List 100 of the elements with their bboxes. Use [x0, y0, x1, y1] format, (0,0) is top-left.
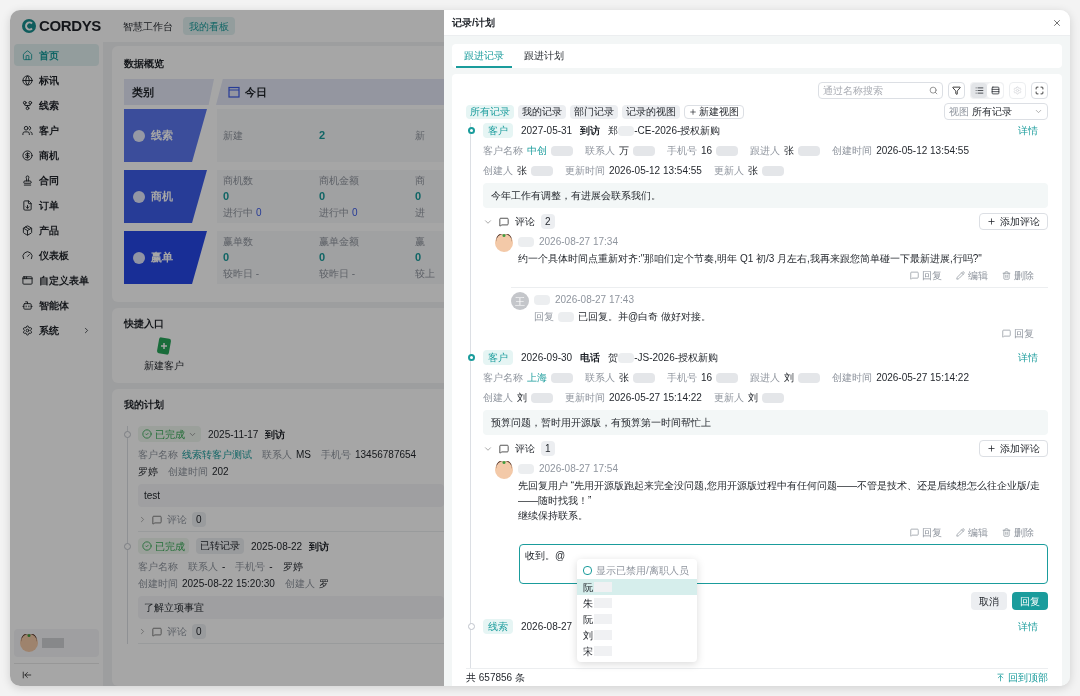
- add-comment-button[interactable]: 添加评论: [979, 440, 1048, 457]
- close-icon[interactable]: [1052, 17, 1062, 28]
- drawer-tab[interactable]: 跟进计划: [516, 44, 572, 68]
- sidebar-item[interactable]: 仪表板: [14, 244, 99, 266]
- checkbox[interactable]: [583, 566, 592, 575]
- search-field[interactable]: 通过名称搜索: [818, 82, 943, 99]
- add-comment-button[interactable]: 添加评论: [979, 213, 1048, 230]
- field-link[interactable]: 上海: [527, 370, 547, 385]
- metric-subtext: 进行中: [223, 205, 253, 220]
- mention-option[interactable]: 宋: [577, 643, 697, 659]
- expand-icon[interactable]: [138, 627, 147, 636]
- field-value: -: [222, 560, 226, 574]
- document-icon: [22, 199, 33, 211]
- sidebar-item[interactable]: 标讯: [14, 69, 99, 91]
- detail-link[interactable]: 详情: [1018, 619, 1038, 634]
- field-value: -: [269, 560, 273, 574]
- field-value: 2025-08-22 15:20:30: [182, 577, 275, 591]
- comment-count: 0: [192, 624, 206, 639]
- collapse-icon[interactable]: [22, 670, 32, 680]
- back-to-top-link[interactable]: 回到顶部: [996, 670, 1048, 685]
- quick-entry-item[interactable]: 新建客户: [134, 337, 194, 373]
- field-label: 手机号: [667, 371, 697, 385]
- sidebar-item[interactable]: 客户: [14, 119, 99, 141]
- field-value: 2026-05-12 13:54:55: [609, 164, 702, 178]
- check-circle-icon: [142, 541, 152, 551]
- view-chip[interactable]: 我的记录: [518, 104, 566, 119]
- record-type: 到访: [580, 124, 601, 138]
- search-icon: [929, 86, 938, 95]
- field-value: 2026-05-12 13:54:55: [876, 144, 969, 158]
- field-value: 张: [619, 371, 629, 385]
- record-date: 2027-05-31: [521, 124, 573, 138]
- view-mode-button[interactable]: [987, 83, 1003, 98]
- logo-icon: [22, 19, 36, 33]
- field-value: 万: [619, 144, 629, 158]
- comment-icon: [152, 514, 162, 525]
- sidebar-item[interactable]: 线索: [14, 94, 99, 116]
- field-label: 手机号: [321, 448, 351, 462]
- pencil-icon: [956, 271, 965, 280]
- record-content: 预算问题，暂时用开源版，有预算第一时间帮忙上: [483, 410, 1048, 435]
- field-label: 联系人: [585, 371, 615, 385]
- detail-link[interactable]: 详情: [1018, 123, 1038, 138]
- field-label: 客户名称: [138, 448, 178, 462]
- record-title: 贺: [608, 351, 619, 365]
- sidebar-item[interactable]: 商机: [14, 144, 99, 166]
- plan-content: 了解立项事宜: [138, 596, 444, 619]
- field-value: 2026-05-27 15:14:22: [609, 391, 702, 405]
- avatar: [495, 461, 513, 479]
- settings-icon: [22, 324, 33, 336]
- select-label: 视图: [949, 105, 969, 119]
- comment-count: 2: [541, 214, 555, 229]
- field-value: 张: [784, 144, 795, 158]
- home-icon: [22, 49, 33, 61]
- field-value: 罗婷: [282, 560, 303, 574]
- sidebar-item[interactable]: 产品: [14, 219, 99, 241]
- section-title: 我的计划: [124, 398, 165, 412]
- view-chip[interactable]: 部门记录: [570, 104, 618, 119]
- field-label: 创建时间: [168, 465, 208, 479]
- category-block: 线索: [124, 109, 207, 162]
- metric-value: 2: [319, 128, 327, 144]
- category-block: 商机: [124, 170, 207, 223]
- mention-option[interactable]: 阮: [577, 579, 697, 595]
- search-input[interactable]: 通过名称搜索: [823, 83, 929, 98]
- fullscreen-button[interactable]: [1031, 82, 1048, 99]
- field-value: 刘: [784, 371, 795, 385]
- converted-badge: 已转记录: [196, 538, 244, 554]
- field-label: 更新时间: [565, 391, 605, 405]
- sidebar-item[interactable]: 订单: [14, 194, 99, 216]
- filter-button[interactable]: [948, 82, 965, 99]
- field-link[interactable]: 中创: [527, 143, 547, 158]
- view-chip[interactable]: 记录的视图: [622, 104, 680, 119]
- new-view-button[interactable]: 新建视图: [684, 104, 744, 119]
- comment-text: 约一个具体时间点重新对齐:"那咱们定个节奏,明年 Q1 初/3 月左右,我再来跟您简单碰一下最新进展,行吗?": [518, 252, 983, 266]
- mention-option[interactable]: 刘: [577, 627, 697, 643]
- pencil-icon: [956, 528, 965, 537]
- mention-option[interactable]: 阮: [577, 611, 697, 627]
- reply-icon: [1002, 329, 1011, 338]
- cancel-button[interactable]: 取消: [971, 592, 1007, 610]
- sidebar-item[interactable]: 系统: [14, 319, 99, 341]
- expand-icon[interactable]: [138, 515, 147, 524]
- robot-icon: [22, 299, 33, 311]
- metric-value: 0: [319, 189, 327, 205]
- plan-type: 到访: [265, 427, 286, 442]
- field-label: 更新人: [713, 391, 744, 405]
- field-label: 联系人: [585, 144, 615, 158]
- sidebar-item[interactable]: 合同: [14, 169, 99, 191]
- top-tab[interactable]: 智慧工作台: [117, 17, 179, 35]
- field-label: 联系人: [262, 448, 292, 462]
- view-select[interactable]: 视图 所有记录: [944, 103, 1048, 120]
- view-mode-button[interactable]: [971, 83, 987, 98]
- select-value: 所有记录: [972, 105, 1013, 119]
- field-label: 创建人: [284, 577, 315, 591]
- record-tag: 客户: [483, 123, 513, 138]
- field-label: 手机号: [235, 560, 266, 574]
- field-label: 联系人: [188, 560, 218, 574]
- sidebar-item[interactable]: 自定义表单: [14, 269, 99, 291]
- comment-icon: [499, 216, 509, 227]
- drawer-tab[interactable]: 跟进记录: [456, 44, 512, 68]
- mention-option[interactable]: 朱: [577, 595, 697, 611]
- detail-link[interactable]: 详情: [1018, 350, 1038, 365]
- sidebar-item[interactable]: 智能体: [14, 294, 99, 316]
